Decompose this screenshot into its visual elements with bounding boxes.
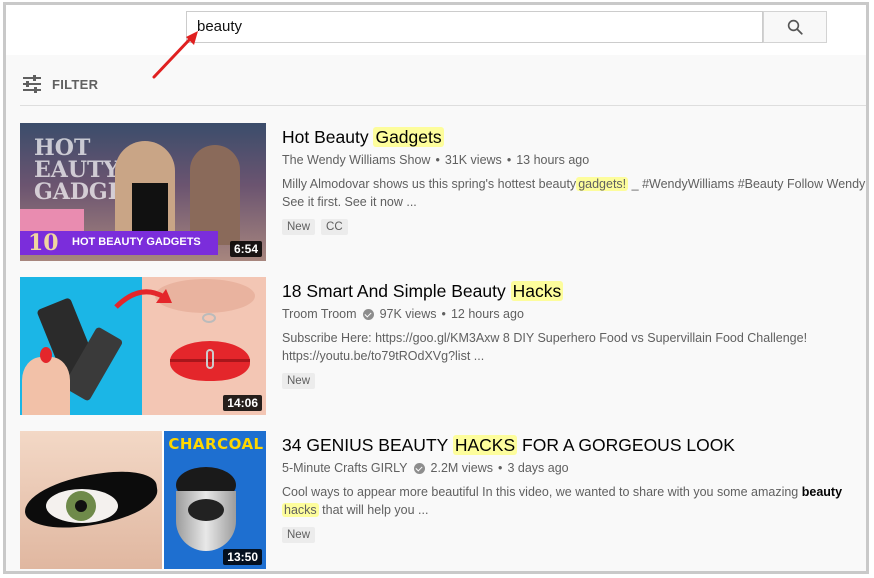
video-result[interactable]: HOT EAUTY GADGETS 10 HOT BEAUTY GADGETS …: [20, 123, 866, 277]
badges: New: [282, 527, 866, 543]
video-duration: 6:54: [229, 241, 262, 257]
video-description: Milly Almodovar shows us this spring's h…: [282, 175, 866, 211]
description-bold-text: beauty: [801, 485, 843, 499]
search-input[interactable]: beauty: [186, 11, 763, 43]
video-title-text: 18 Smart And Simple Beauty: [282, 281, 511, 301]
video-result[interactable]: CHARCOAL 13:50 34 GENIUS BEAUTY HACKS FO…: [20, 431, 866, 571]
video-duration: 14:06: [223, 395, 262, 411]
thumbnail-logo: 10: [28, 230, 59, 256]
thumbnail-caption: HOT BEAUTY GADGETS: [72, 236, 201, 248]
channel-name[interactable]: 5-Minute Crafts GIRLY: [282, 461, 408, 475]
highlight: Gadgets: [373, 127, 444, 147]
highlight: Hacks: [510, 281, 564, 301]
highlight: hacks: [282, 503, 319, 517]
thumbnail-caption: CHARCOAL: [168, 435, 264, 453]
channel-name[interactable]: The Wendy Williams Show: [282, 153, 430, 167]
filter-label: FILTER: [52, 76, 99, 92]
description-text: Cool ways to appear more beautiful In th…: [282, 485, 799, 499]
video-duration: 13:50: [223, 549, 262, 565]
video-title-text: 34 GENIUS BEAUTY: [282, 435, 453, 455]
browser-frame: beauty FILTER HOT EAUTY GADGETS 10 HOT B…: [3, 2, 869, 574]
verified-badge-icon: [362, 308, 374, 320]
video-title[interactable]: 18 Smart And Simple Beauty Hacks: [282, 279, 866, 303]
divider: [20, 105, 866, 106]
description-text: Milly Almodovar shows us this spring's h…: [282, 177, 577, 191]
video-title[interactable]: Hot Beauty Gadgets: [282, 125, 866, 149]
video-result[interactable]: 14:06 18 Smart And Simple Beauty Hacks T…: [20, 277, 866, 431]
badge-cc: CC: [321, 219, 348, 235]
video-byline: The Wendy Williams Show • 31K views • 13…: [282, 153, 590, 167]
highlight: HACKS: [452, 435, 518, 455]
upload-age: 3 days ago: [507, 461, 569, 475]
search-button[interactable]: [763, 11, 827, 43]
video-description: Cool ways to appear more beautiful In th…: [282, 483, 866, 519]
annotation-arrow-icon: [152, 31, 198, 79]
video-thumbnail[interactable]: 14:06: [20, 277, 266, 415]
description-text: that will help you ...: [322, 503, 429, 517]
badge-new: New: [282, 219, 316, 235]
description-text: https://youtu.be/to79tROdXVg?list ...: [282, 349, 485, 363]
video-description: Subscribe Here: https://goo.gl/KM3Axw 8 …: [282, 329, 866, 365]
badge-new: New: [282, 373, 316, 389]
badge-new: New: [282, 527, 316, 543]
search-results: HOT EAUTY GADGETS 10 HOT BEAUTY GADGETS …: [20, 123, 866, 571]
video-title-text: Hot Beauty: [282, 127, 374, 147]
video-byline: Troom Troom 97K views • 12 hours ago: [282, 307, 524, 321]
highlight: gadgets!: [576, 177, 629, 191]
video-title-text: FOR A GORGEOUS LOOK: [517, 435, 735, 455]
video-thumbnail[interactable]: CHARCOAL 13:50: [20, 431, 266, 569]
description-text: Subscribe Here: https://goo.gl/KM3Axw 8 …: [282, 331, 808, 345]
upload-age: 13 hours ago: [516, 153, 590, 167]
badges: New: [282, 373, 866, 389]
masthead: beauty: [6, 5, 866, 55]
upload-age: 12 hours ago: [450, 307, 524, 321]
filter-sliders-icon: [23, 75, 41, 93]
verified-badge-icon: [413, 462, 425, 474]
channel-name[interactable]: Troom Troom: [282, 307, 357, 321]
video-thumbnail[interactable]: HOT EAUTY GADGETS 10 HOT BEAUTY GADGETS …: [20, 123, 266, 261]
video-title[interactable]: 34 GENIUS BEAUTY HACKS FOR A GORGEOUS LO…: [282, 433, 866, 457]
video-byline: 5-Minute Crafts GIRLY 2.2M views • 3 day…: [282, 461, 569, 475]
thumbnail-arrow-icon: [114, 289, 172, 309]
view-count: 97K views: [379, 307, 437, 321]
view-count: 31K views: [444, 153, 502, 167]
filter-button[interactable]: FILTER: [22, 75, 98, 93]
badges: New CC: [282, 219, 866, 235]
view-count: 2.2M views: [430, 461, 494, 475]
search-icon: [787, 19, 803, 35]
